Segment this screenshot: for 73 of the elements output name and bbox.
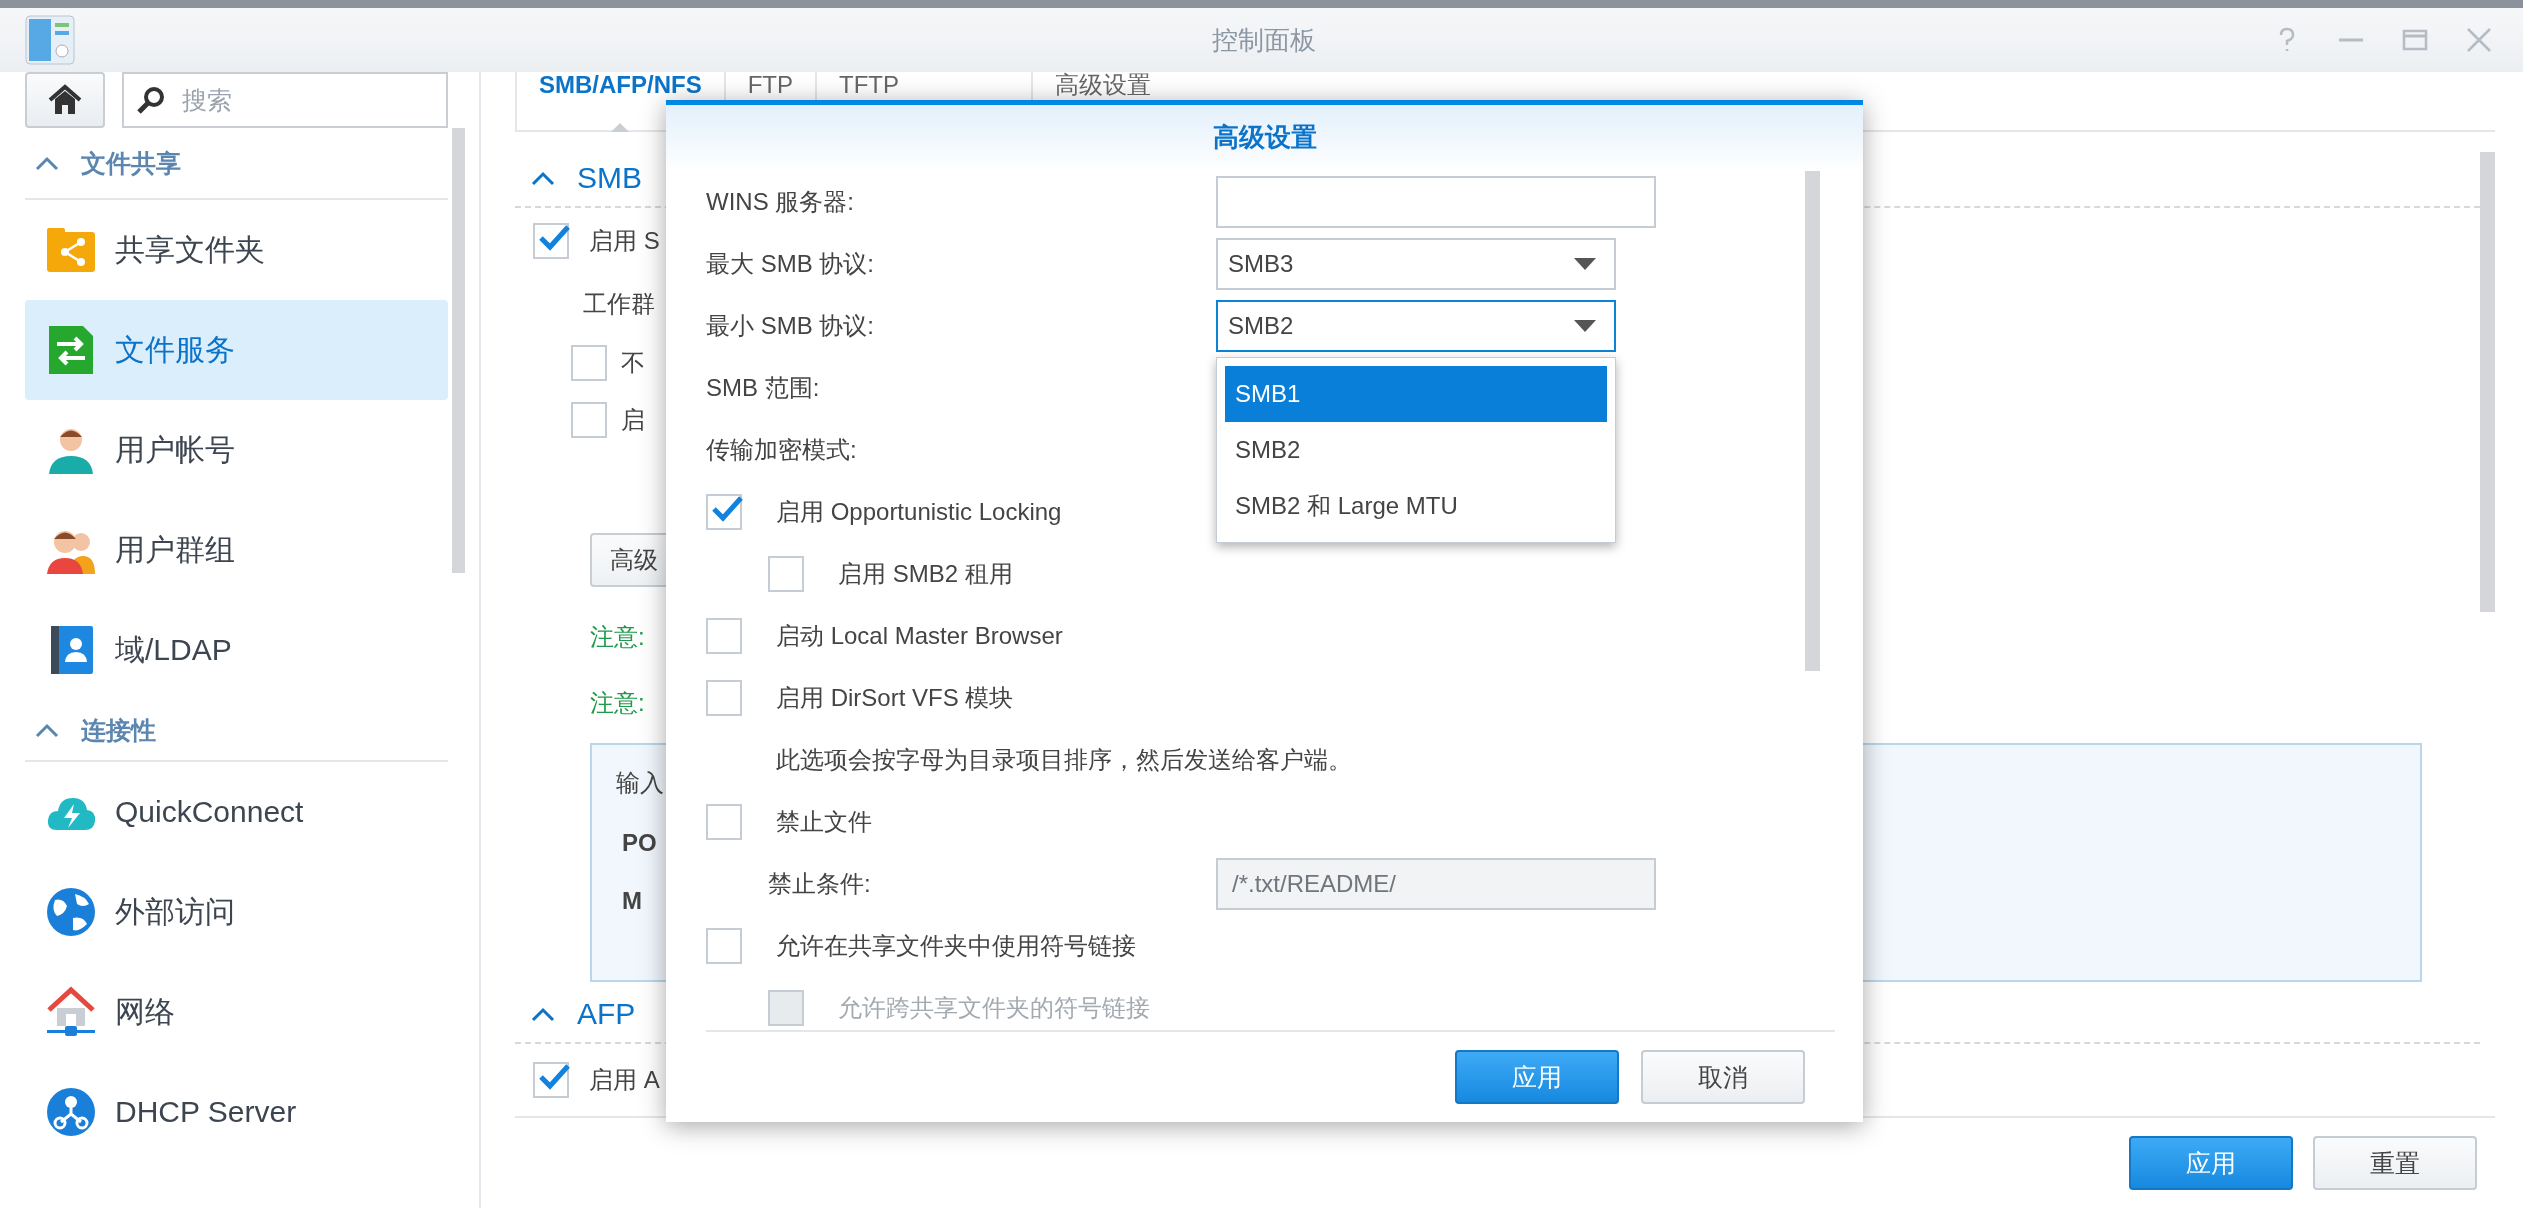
sidebar-item[interactable]: 外部访问 <box>25 862 448 962</box>
checkbox-label: 启动 Local Master Browser <box>776 621 1063 651</box>
field-label: 禁止条件: <box>768 869 872 899</box>
checkbox-label: 启用 A <box>589 1065 660 1096</box>
close-icon[interactable] <box>2465 26 2493 54</box>
checkbox[interactable] <box>571 402 607 439</box>
home-icon <box>48 84 82 116</box>
checkbox-label: 允许在共享文件夹中使用符号链接 <box>776 931 1136 961</box>
checkbox[interactable] <box>706 494 742 530</box>
chevron-icon[interactable] <box>531 169 555 186</box>
section-header: 文件共享 <box>81 147 181 179</box>
network-nodes-icon <box>45 1086 97 1138</box>
scrollbar[interactable] <box>452 128 465 573</box>
checkbox-label: 不 <box>621 347 645 378</box>
globe-icon <box>45 886 97 938</box>
field-label: 工作群 <box>583 288 655 319</box>
sidebar-item[interactable]: QuickConnect <box>25 762 448 862</box>
chevron-icon[interactable] <box>35 155 59 171</box>
checkbox-label: 启用 DirSort VFS 模块 <box>776 683 1014 713</box>
field-label: 最大 SMB 协议: <box>706 249 875 279</box>
caret-icon <box>1574 320 1596 332</box>
search-icon <box>136 85 166 115</box>
scrollbar[interactable] <box>1805 171 1820 671</box>
house-network-icon <box>45 986 97 1038</box>
checkbox[interactable] <box>706 618 742 654</box>
checkbox[interactable] <box>768 556 804 592</box>
checkbox-label: 启用 Opportunistic Locking <box>776 497 1062 527</box>
input-field[interactable] <box>1216 176 1656 228</box>
sidebar-item[interactable]: 网络 <box>25 962 448 1062</box>
sidebar-item[interactable]: 用户群组 <box>25 500 448 600</box>
field-label: WINS 服务器: <box>706 187 855 217</box>
dialog-title: 高级设置 <box>1212 120 1317 154</box>
checkbox[interactable] <box>533 222 569 259</box>
checkbox-label: 禁止文件 <box>776 807 872 837</box>
checkbox[interactable] <box>706 804 742 840</box>
note-label: 注意: <box>590 621 645 652</box>
section-title: AFP <box>577 997 636 1032</box>
checkbox[interactable] <box>533 1062 569 1099</box>
sidebar-item[interactable]: 文件服务 <box>25 300 448 400</box>
chevron-icon[interactable] <box>531 1006 555 1023</box>
sidebar-item[interactable]: 用户帐号 <box>25 400 448 500</box>
info-text: M <box>622 886 642 915</box>
help-text: 此选项会按字母为目录项目排序，然后发送给客户端。 <box>776 745 1352 775</box>
caret-icon <box>1574 258 1596 270</box>
dropdown-option[interactable]: SMB1 <box>1225 366 1607 422</box>
section-title: SMB <box>577 160 642 195</box>
chevron-icon[interactable] <box>35 722 59 738</box>
sidebar-item[interactable]: 共享文件夹 <box>25 200 448 300</box>
note-label: 注意: <box>590 687 645 718</box>
dropdown-field[interactable]: SMB2 <box>1216 300 1616 352</box>
checkbox[interactable] <box>706 928 742 964</box>
reset-button[interactable]: 重置 <box>2313 1136 2477 1190</box>
sidebar-item[interactable]: 域/LDAP <box>25 600 448 700</box>
checkbox-label: 允许跨共享文件夹的符号链接 <box>838 993 1150 1023</box>
search-field[interactable]: 搜索 <box>122 72 448 128</box>
checkbox-label: 启用 S <box>589 225 660 256</box>
info-text: 输入 <box>616 767 664 798</box>
field-label: 最小 SMB 协议: <box>706 311 875 341</box>
field-label: SMB 范围: <box>706 373 821 403</box>
home-button[interactable] <box>25 72 105 128</box>
window-title: 控制面板 <box>1212 23 1316 57</box>
info-text: PO <box>622 828 657 857</box>
field-label: 传输加密模式: <box>706 435 858 465</box>
dropdown-field[interactable]: SMB3 <box>1216 238 1616 290</box>
checkbox[interactable] <box>706 680 742 716</box>
checkbox-label: 启用 SMB2 租用 <box>838 559 1013 589</box>
app-icon <box>25 15 75 65</box>
section-header: 连接性 <box>81 714 156 746</box>
checkbox[interactable] <box>571 344 607 381</box>
checkbox-label: 启 <box>621 405 645 436</box>
cancel-button[interactable]: 取消 <box>1641 1050 1805 1104</box>
scrollbar[interactable] <box>2480 152 2495 612</box>
sidebar-item[interactable]: DHCP Server <box>25 1062 448 1162</box>
